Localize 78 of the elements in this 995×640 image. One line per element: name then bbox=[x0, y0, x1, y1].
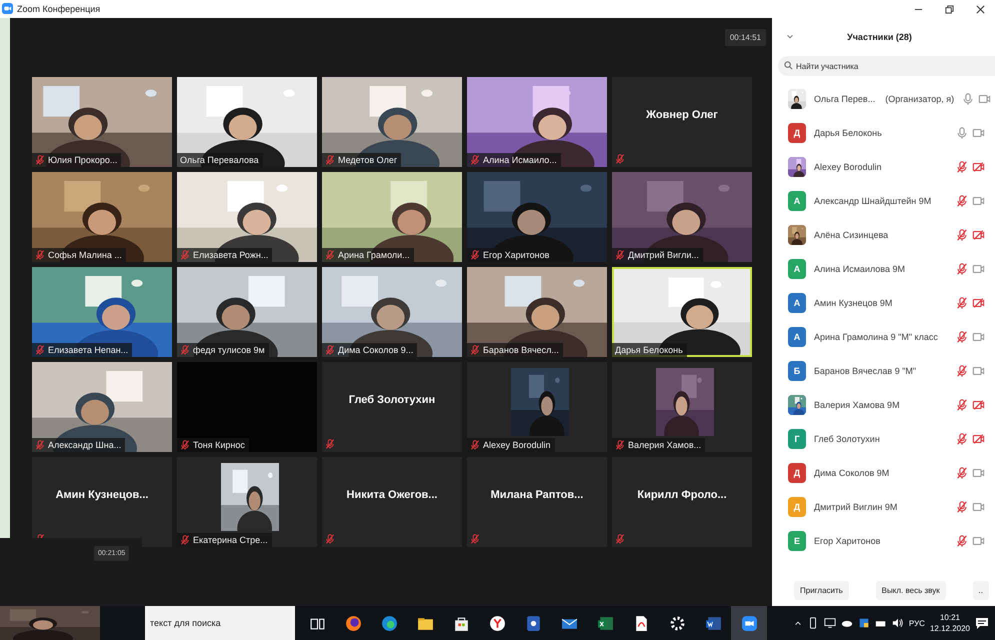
participant-name: Баранов Вячеслав 9 "М" bbox=[814, 366, 916, 376]
clock-date: 12.12.2020 bbox=[930, 623, 970, 634]
participant-name: Алина Исмаилова 9М bbox=[814, 264, 905, 274]
participant-name: Алёна Сизинцева bbox=[814, 230, 888, 240]
shopping-bag-icon[interactable] bbox=[452, 614, 470, 632]
participant-name: федя тулисов 9м bbox=[193, 345, 265, 355]
avatar: Д bbox=[788, 123, 806, 143]
panel-title: Участники (28) bbox=[846, 32, 913, 42]
spreadsheet-icon[interactable] bbox=[596, 614, 614, 632]
participant-name: Алина Исмаило... bbox=[483, 155, 557, 165]
participant-name: Егор Харитонов bbox=[814, 536, 880, 546]
panel-button[interactable]: Пригласить bbox=[794, 581, 849, 600]
search-field[interactable]: текст для поиска bbox=[145, 606, 295, 640]
participant-name: Арина Грамолина 9 "М" класс bbox=[814, 332, 938, 342]
participant-name: Баранов Вячесл... bbox=[483, 345, 559, 355]
avatar: А bbox=[788, 191, 806, 211]
chevron-icon[interactable] bbox=[786, 33, 794, 41]
participant-name: Дима Соколов 9... bbox=[338, 345, 414, 355]
participant-name: Ольга Перевалова bbox=[180, 155, 259, 165]
participant-name: Валерия Хамова 9М bbox=[814, 400, 900, 410]
participant-name: Глеб Золотухин bbox=[814, 434, 880, 444]
participant-name: Юлия Прокоро... bbox=[48, 155, 118, 165]
participant-name: Дмитрий Виглин 9М bbox=[814, 502, 898, 512]
participant-name: Никита Ожегов... bbox=[346, 489, 438, 501]
participant-name: Дарья Белоконь bbox=[814, 128, 882, 138]
browser-icon[interactable] bbox=[380, 614, 398, 632]
participant-name: Ольга Перев... bbox=[814, 94, 876, 104]
participant-name: Милана Раптов... bbox=[490, 489, 584, 501]
notification-icon[interactable] bbox=[975, 616, 989, 630]
participant-name: Арина Грамоли... bbox=[338, 250, 410, 260]
panel-button[interactable]: Выкл. весь звук bbox=[876, 581, 946, 600]
participant-name: Кирилл Фроло... bbox=[637, 489, 727, 501]
speaker-icon[interactable] bbox=[892, 617, 904, 629]
avatar: А bbox=[788, 327, 806, 347]
search-field[interactable]: Найти участника bbox=[778, 56, 995, 76]
window-title: Zoom Конференция bbox=[17, 4, 100, 14]
avatar: Д bbox=[788, 497, 806, 517]
participant-name: Alexey Borodulin bbox=[814, 162, 882, 172]
participant-name: Амин Кузнецов... bbox=[56, 489, 148, 501]
meeting-timer: 00:14:51 bbox=[724, 29, 766, 46]
participant-name: Дарья Белоконь bbox=[615, 345, 683, 355]
participant-name: Александр Шна... bbox=[48, 440, 122, 450]
avatar: Г bbox=[788, 429, 806, 449]
participant-name: Александр Шнайдштейн 9М bbox=[814, 196, 932, 206]
caret-icon[interactable] bbox=[794, 619, 802, 627]
participant-name: Елизавета Непан... bbox=[48, 345, 128, 355]
avatar: Е bbox=[788, 531, 806, 551]
participant-name: Тоня Кирнос bbox=[193, 440, 245, 450]
avatar: А bbox=[788, 293, 806, 313]
participant-name: Егор Харитонов bbox=[483, 250, 550, 260]
participant-name: Жовнер Олег bbox=[646, 109, 718, 121]
panel-button[interactable]: .. bbox=[972, 581, 989, 600]
clock-time: 10:21 bbox=[940, 612, 960, 623]
browser-icon[interactable] bbox=[344, 614, 362, 632]
browser-icon[interactable] bbox=[488, 614, 506, 632]
settings-icon[interactable] bbox=[668, 614, 686, 632]
participant-role: (Организатор, я) bbox=[885, 94, 954, 104]
restore-icon[interactable] bbox=[945, 4, 954, 14]
participant-name: Alexey Borodulin bbox=[483, 440, 551, 450]
video-camera-icon[interactable] bbox=[740, 614, 758, 632]
language-indicator[interactable]: РУС bbox=[908, 618, 925, 628]
participant-name: Екатерина Стре... bbox=[193, 535, 268, 545]
participant-name: Дмитрий Вигли... bbox=[628, 250, 699, 260]
avatar: А bbox=[788, 259, 806, 279]
participant-name: Елизавета Рожн... bbox=[193, 250, 268, 260]
participant-name: Медетов Олег bbox=[338, 155, 398, 165]
participant-name: Дима Соколов 9М bbox=[814, 468, 890, 478]
shield-icon[interactable] bbox=[858, 617, 870, 629]
participant-name: Амин Кузнецов 9М bbox=[814, 298, 892, 308]
participant-name: Софья Малина ... bbox=[48, 250, 122, 260]
app-icon[interactable] bbox=[524, 614, 542, 632]
participant-name: Валерия Хамов... bbox=[628, 440, 702, 450]
close-icon[interactable] bbox=[976, 4, 985, 14]
avatar: Д bbox=[788, 463, 806, 483]
participant-name: Глеб Золотухин bbox=[348, 394, 436, 406]
word-processor-icon[interactable] bbox=[704, 614, 722, 632]
avatar: Б bbox=[788, 361, 806, 381]
monitor-icon[interactable] bbox=[824, 617, 836, 629]
